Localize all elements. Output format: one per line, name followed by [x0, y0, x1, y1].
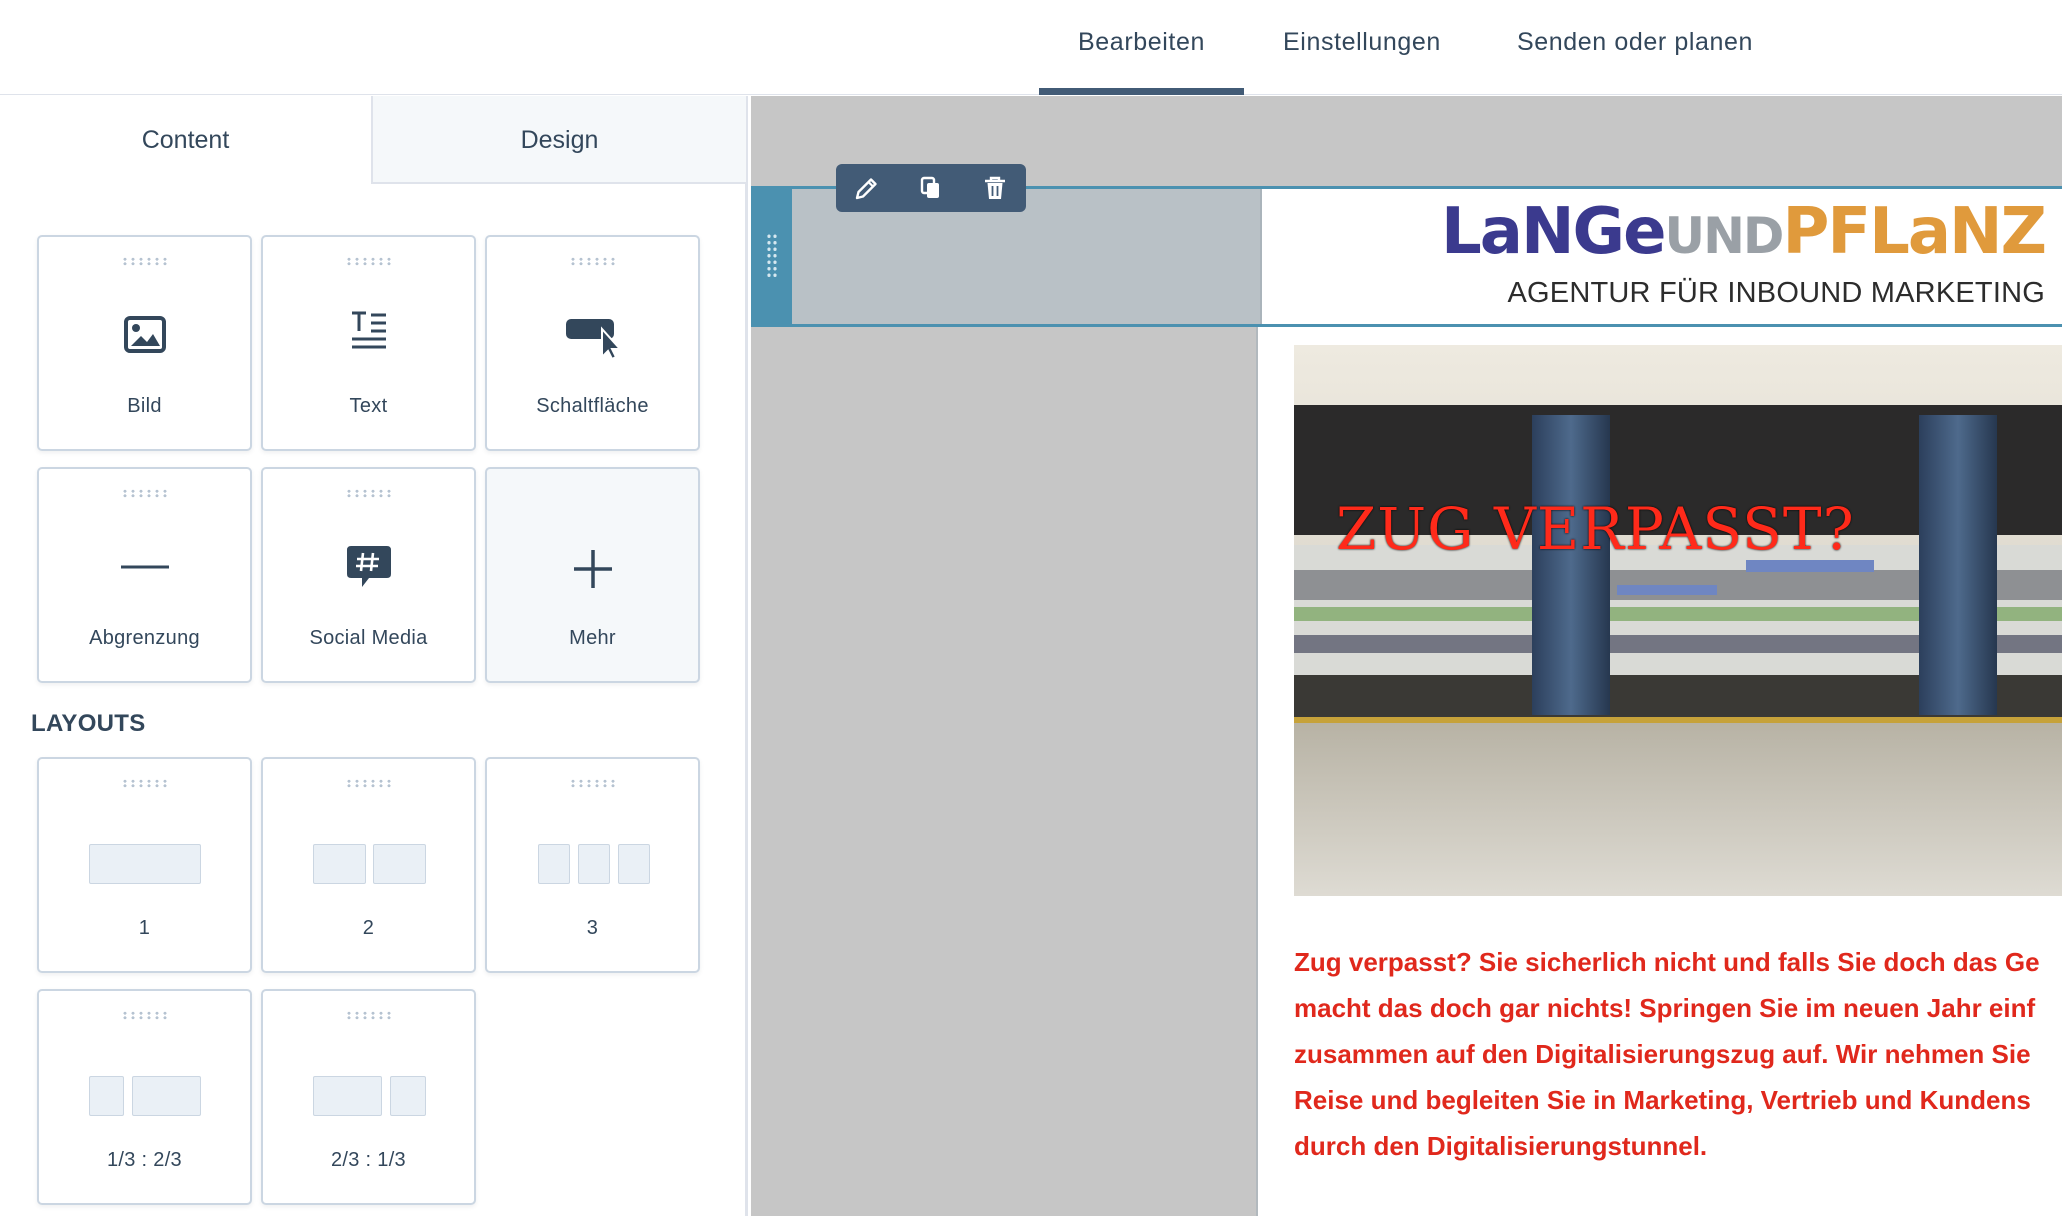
tab-senden-oder-planen[interactable]: Senden oder planen [1503, 22, 1767, 95]
sidebar-tabs: Content Design [0, 96, 746, 184]
layout-column-shape [89, 1076, 124, 1116]
layout-column-shape [373, 844, 426, 884]
social-hashtag-icon [346, 546, 391, 587]
drag-grip-icon [766, 233, 778, 279]
drag-grip-icon [120, 1011, 169, 1020]
module-abgrenzung[interactable]: Abgrenzung [37, 467, 252, 683]
drag-grip-icon [344, 489, 393, 498]
drag-grip-icon [568, 257, 617, 266]
button-cursor-icon [565, 319, 622, 359]
layout-2-columns[interactable]: 2 [261, 757, 476, 973]
logo-tagline: AGENTUR FÜR INBOUND MARKETING [1507, 277, 2045, 309]
layout-label: 1/3 : 2/3 [107, 1149, 182, 1171]
layout-column-shape [538, 844, 570, 884]
tab-design[interactable]: Design [371, 96, 746, 184]
divider-icon [120, 565, 169, 569]
tab-content[interactable]: Content [0, 96, 371, 184]
layout-label: 2/3 : 1/3 [331, 1149, 406, 1171]
drag-grip-icon [344, 257, 393, 266]
layout-column-shape [618, 844, 650, 884]
module-social-media[interactable]: Social Media [261, 467, 476, 683]
layout-3-columns[interactable]: 3 [485, 757, 700, 973]
layout-one-third-two-thirds[interactable]: 1/3 : 2/3 [37, 989, 252, 1205]
body-text-line: Reise und begleiten Sie in Marketing, Ve… [1294, 1085, 2031, 1115]
row-toolbar [836, 164, 1026, 212]
trash-icon[interactable] [981, 174, 1009, 202]
layout-two-thirds-one-third[interactable]: 2/3 : 1/3 [261, 989, 476, 1205]
email-body-column[interactable]: ZUG VERPASST? Zug verpasst? Sie sicherli… [1256, 327, 2062, 1216]
drag-grip-icon [120, 489, 169, 498]
top-navigation: Bearbeiten Einstellungen Senden oder pla… [0, 0, 2062, 95]
duplicate-icon[interactable] [917, 174, 945, 202]
header-logo-column[interactable]: LaNGeUNDPFLaNZ AGENTUR FÜR INBOUND MARKE… [1260, 189, 2062, 324]
module-label: Bild [127, 395, 162, 417]
body-text-line: zusammen auf den Digitalisierungszug auf… [1294, 1039, 2031, 1069]
module-label: Social Media [309, 627, 428, 649]
module-label: Abgrenzung [89, 627, 200, 649]
tab-einstellungen[interactable]: Einstellungen [1268, 22, 1456, 95]
sidebar: Content Design Bild Text Schaltfläche Ab… [0, 96, 748, 1216]
body-text-line: macht das doch gar nichts! Springen Sie … [1294, 993, 2036, 1023]
body-text-line: durch den Digitalisierungstunnel. [1294, 1131, 1708, 1161]
layout-column-shape [313, 1076, 382, 1116]
text-icon [351, 311, 386, 349]
layout-column-shape [313, 844, 366, 884]
module-mehr[interactable]: Mehr [485, 467, 700, 683]
email-body-text[interactable]: Zug verpasst? Sie sicherlich nicht und f… [1294, 939, 2062, 1169]
module-bild[interactable]: Bild [37, 235, 252, 451]
module-text[interactable]: Text [261, 235, 476, 451]
drag-grip-icon [344, 1011, 393, 1020]
module-label: Schaltfläche [536, 395, 649, 417]
image-icon [123, 316, 166, 353]
module-label: Mehr [569, 627, 616, 649]
row-drag-handle[interactable] [754, 189, 792, 324]
layout-1-column[interactable]: 1 [37, 757, 252, 973]
module-schaltflaeche[interactable]: Schaltfläche [485, 235, 700, 451]
plus-icon [573, 550, 612, 588]
drag-grip-icon [120, 779, 169, 788]
layouts-heading: LAYOUTS [31, 710, 146, 737]
layout-column-shape [89, 844, 201, 884]
company-logo: LaNGeUNDPFLaNZ [1441, 195, 2047, 269]
tab-bearbeiten[interactable]: Bearbeiten [1039, 22, 1244, 95]
drag-grip-icon [120, 257, 169, 266]
module-label: Text [349, 395, 388, 417]
layout-label: 1 [138, 917, 151, 939]
hero-image[interactable]: ZUG VERPASST? [1294, 345, 2062, 896]
hero-caption: ZUG VERPASST? [1336, 495, 1855, 563]
layout-label: 2 [362, 917, 375, 939]
layout-column-shape [578, 844, 610, 884]
subway-station-photo [1294, 345, 2062, 896]
layout-column-shape [132, 1076, 201, 1116]
body-text-line: Zug verpasst? Sie sicherlich nicht und f… [1294, 947, 2040, 977]
pencil-icon[interactable] [853, 174, 881, 202]
layout-column-shape [390, 1076, 426, 1116]
drag-grip-icon [568, 779, 617, 788]
layout-label: 3 [586, 917, 599, 939]
drag-grip-icon [344, 779, 393, 788]
